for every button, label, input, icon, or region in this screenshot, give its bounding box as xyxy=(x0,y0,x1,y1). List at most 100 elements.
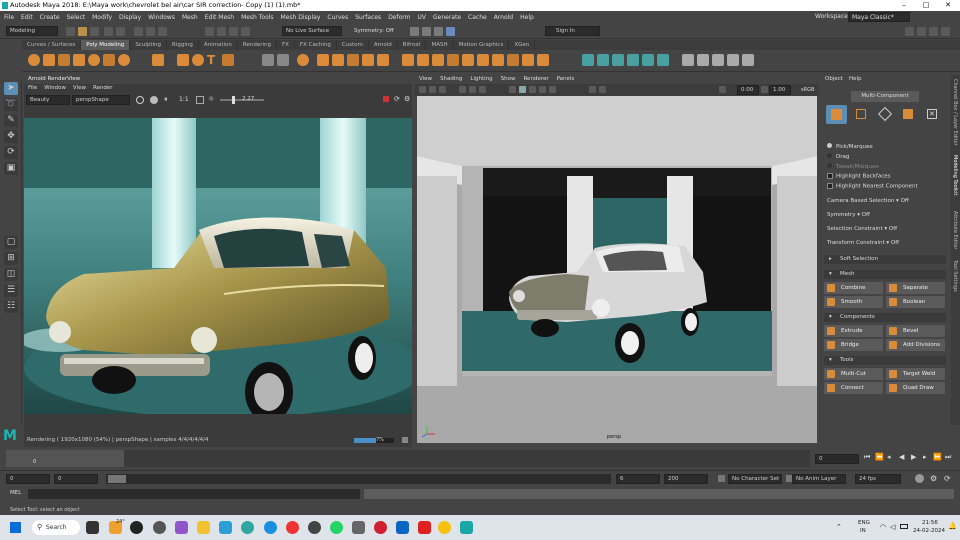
edge-browser-icon[interactable] xyxy=(241,521,254,534)
graph-view-icon[interactable]: ☷ xyxy=(4,300,18,313)
language-en[interactable]: ENG xyxy=(858,520,870,526)
lattice-icon[interactable] xyxy=(697,54,709,66)
separate-button[interactable]: Separate xyxy=(886,282,945,294)
live-surface-field[interactable]: No Live Surface xyxy=(282,26,342,36)
refresh-icon[interactable]: ⟳ xyxy=(394,95,400,103)
start-time-field[interactable]: 0 xyxy=(6,474,50,484)
edge-mode-icon[interactable] xyxy=(877,106,893,122)
rv-menu-view[interactable]: View xyxy=(73,84,86,93)
scale-tool-icon[interactable]: ▣ xyxy=(4,162,18,175)
shelf-tab-rendering[interactable]: Rendering xyxy=(238,40,277,50)
grid-icon[interactable] xyxy=(459,86,466,93)
spherical-uv-icon[interactable] xyxy=(627,54,639,66)
fill-hole-icon[interactable] xyxy=(362,54,374,66)
chrome-alt-icon[interactable] xyxy=(130,521,143,534)
close-icon[interactable]: ✕ xyxy=(937,0,959,11)
menu-cache[interactable]: Cache xyxy=(468,14,487,21)
clock-time[interactable]: 21:56 xyxy=(922,520,938,526)
chrome-browser-icon[interactable] xyxy=(438,521,451,534)
go-to-end-icon[interactable]: ⏭ xyxy=(945,453,951,462)
mel-input[interactable] xyxy=(28,489,360,499)
planar-uv-icon[interactable] xyxy=(597,54,609,66)
settings-icon[interactable]: ⚙ xyxy=(404,95,410,103)
poly-cube-icon[interactable] xyxy=(43,54,55,66)
photo-viewer-icon[interactable] xyxy=(219,521,232,534)
range-slider-handle[interactable] xyxy=(108,475,126,483)
lights-icon[interactable] xyxy=(539,86,546,93)
target-weld-button[interactable]: Target Weld xyxy=(886,368,945,380)
windows-start-icon[interactable] xyxy=(10,522,21,533)
opera-browser-icon[interactable] xyxy=(308,521,321,534)
resolution-gate-icon[interactable] xyxy=(479,86,486,93)
textured-icon[interactable] xyxy=(529,86,536,93)
transform-constraint-row[interactable]: Transform Constraint ▾ Off xyxy=(827,240,899,246)
chat-app-icon[interactable] xyxy=(352,521,365,534)
exposure-value[interactable]: 2.27 xyxy=(242,96,254,102)
combine-button[interactable]: Combine xyxy=(824,282,883,294)
tweak-marquee-option[interactable]: Tweak/Marquee xyxy=(827,163,879,170)
extract-icon[interactable] xyxy=(537,54,549,66)
exposure-icon[interactable]: ☼ xyxy=(208,95,214,103)
auto-key-icon[interactable] xyxy=(915,474,924,483)
separate-icon[interactable] xyxy=(277,54,289,66)
xray-icon[interactable] xyxy=(599,86,606,93)
boolean-button[interactable]: Boolean xyxy=(886,296,945,308)
poly-torus-icon[interactable] xyxy=(88,54,100,66)
file-explorer-icon[interactable] xyxy=(197,521,210,534)
rotate-tool-icon[interactable]: ⟳ xyxy=(4,146,18,159)
connect-button[interactable]: Connect xyxy=(824,382,883,394)
rv-menu-window[interactable]: Window xyxy=(44,84,66,93)
components-section[interactable]: ▾ Components xyxy=(824,313,946,322)
pinterest-icon[interactable] xyxy=(374,521,387,534)
timeline-track[interactable] xyxy=(6,450,810,467)
rv-menu-file[interactable]: File xyxy=(28,84,37,93)
toggle-channel-icon[interactable] xyxy=(929,27,938,36)
sweep-mesh-icon[interactable] xyxy=(192,54,204,66)
pause-icon[interactable]: ⏸ xyxy=(164,95,168,104)
quad-draw-icon[interactable] xyxy=(447,54,459,66)
poly-cylinder-icon[interactable] xyxy=(58,54,70,66)
bevel-button[interactable]: Bevel xyxy=(886,325,945,337)
shelf-tab-fx[interactable]: FX xyxy=(277,40,295,50)
menu-arnold[interactable]: Arnold xyxy=(494,14,513,21)
select-object-icon[interactable] xyxy=(146,27,155,36)
shelf-tab-poly-modeling[interactable]: Poly Modeling xyxy=(81,40,131,50)
end-time-field[interactable]: 200 xyxy=(664,474,708,484)
boolean-icon[interactable] xyxy=(377,54,389,66)
play-forward-icon[interactable]: ▶ xyxy=(911,453,916,461)
paint-select-icon[interactable]: ✎ xyxy=(4,114,18,127)
redo-icon[interactable] xyxy=(116,27,125,36)
add-divisions-button[interactable]: Add Divisions xyxy=(886,339,945,351)
select-component-icon[interactable] xyxy=(158,27,167,36)
bookmark-icon[interactable] xyxy=(429,86,436,93)
shelf-tab-custom[interactable]: Custom xyxy=(337,40,369,50)
multi-cut-button[interactable]: Multi-Cut xyxy=(824,368,883,380)
whatsapp-icon[interactable] xyxy=(330,521,343,534)
shelf-tab-mash[interactable]: MASH xyxy=(426,40,454,50)
append-polygon-icon[interactable] xyxy=(492,54,504,66)
shelf-tab-curves-surfaces[interactable]: Curves / Surfaces xyxy=(22,40,82,50)
linkedin-icon[interactable] xyxy=(396,521,409,534)
menuset-dropdown[interactable]: Modeling xyxy=(6,26,58,36)
tray-chevron-icon[interactable]: ⌃ xyxy=(836,523,842,531)
task-view-icon[interactable] xyxy=(86,521,99,534)
shelf-tab-arnold[interactable]: Arnold xyxy=(369,40,398,50)
shelf-tab-sculpting[interactable]: Sculpting xyxy=(130,40,167,50)
workspace-dropdown[interactable]: Maya Classic* xyxy=(848,12,910,22)
auto-uv-icon[interactable] xyxy=(642,54,654,66)
language-in[interactable]: IN xyxy=(860,528,866,534)
smooth-icon[interactable] xyxy=(297,54,309,66)
lasso-tool-icon[interactable]: ➰ xyxy=(4,98,18,111)
ipr-render-icon[interactable] xyxy=(422,27,431,36)
clock-date[interactable]: 24-02-2024 xyxy=(913,528,945,534)
step-back-key-icon[interactable]: ⏪ xyxy=(875,453,884,461)
menu-modify[interactable]: Modify xyxy=(92,14,112,21)
camera-based-selection-row[interactable]: Camera Based Selection ▾ Off xyxy=(827,198,909,204)
tab-tool-settings[interactable]: Tool Settings xyxy=(952,260,958,292)
current-frame-field[interactable]: 0 xyxy=(815,454,859,464)
duplicate-face-icon[interactable] xyxy=(522,54,534,66)
drag-option[interactable]: Drag xyxy=(827,153,849,160)
maximize-icon[interactable]: □ xyxy=(915,0,937,11)
wireframe-icon[interactable] xyxy=(509,86,516,93)
toggle-toolkit-icon[interactable] xyxy=(941,27,950,36)
